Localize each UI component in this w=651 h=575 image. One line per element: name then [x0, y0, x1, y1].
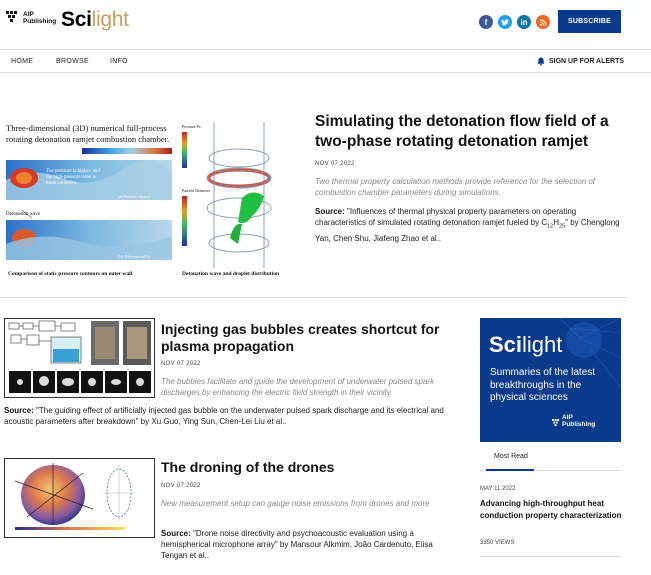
twitter-icon[interactable] [498, 15, 512, 29]
fig-label-polynomial: (b) Polynomial fit [118, 254, 151, 259]
article-source-drones: Source: "Drone noise directivity and psy… [161, 528, 461, 561]
article-image-drones[interactable] [4, 458, 155, 538]
subscribe-button[interactable]: SUBSCRIBE [558, 10, 621, 33]
ad-title-light: light [522, 332, 563, 357]
sign-up-alerts-link[interactable]: SIGN UP FOR ALERTS [537, 57, 624, 66]
fig-caption-left: Comparison of static pressure contours o… [8, 271, 133, 277]
feature-source: Source: "Influences of thermal physical … [315, 206, 625, 244]
publisher-line2: Publishing [23, 18, 57, 25]
linkedin-icon[interactable]: in [517, 15, 531, 29]
most-read-divider [480, 556, 621, 557]
feature-image[interactable]: Three-dimensional (3D) numerical full-pr… [2, 118, 305, 280]
scilight-logo[interactable]: Scilight [61, 8, 129, 32]
active-tab-indicator [486, 469, 534, 471]
feature-title[interactable]: Simulating the detonation flow field of … [315, 112, 635, 152]
main-nav: HOME BROWSE INFO SIGN UP FOR ALERTS [0, 49, 651, 73]
ad-logo-line1: AIP [562, 414, 573, 421]
aip-logo-icon [6, 11, 17, 22]
article-title-drones[interactable]: The droning of the drones [161, 459, 461, 476]
article-date-bubbles: NOV 07 2022 [161, 361, 201, 367]
facebook-icon[interactable]: f [479, 15, 493, 29]
section-divider [0, 297, 628, 298]
tab-most-read[interactable]: Most Read [494, 453, 528, 460]
sidebar-tabs: Most Read [480, 447, 621, 471]
source-label: Source: [4, 406, 34, 415]
article-image-bubbles[interactable] [4, 318, 155, 398]
source-text: "The guiding effect of artificially inje… [4, 406, 444, 426]
fig-legend-pressure: Pressure Pa [182, 124, 201, 129]
article-date-drones: NOV 07 2022 [161, 483, 201, 489]
aip-publishing-logo[interactable]: AIP Publishing [6, 11, 56, 25]
most-read-title[interactable]: Advancing high-throughput heat conductio… [480, 498, 625, 521]
ad-title-sci: Sci [489, 332, 523, 357]
source-text: "Influences of thermal physical property… [315, 207, 577, 227]
scilight-ad-banner[interactable]: Scilight Summaries of the latest breakth… [480, 318, 621, 442]
fig-title-1: Three-dimensional (3D) numerical full-pr… [6, 123, 167, 133]
article-summary-bubbles: The bubbles facilitate and guide the dev… [161, 377, 435, 397]
fig-note-3: more extensive. [46, 181, 78, 186]
fig-label-wave: Detonation wave [6, 212, 41, 217]
source-label: Source: [161, 529, 191, 538]
logo-sci: Sci [61, 8, 92, 31]
nav-item-home[interactable]: HOME [11, 58, 33, 65]
feature-summary: Two thermal property calculation methods… [315, 177, 595, 197]
aip-logo-text: AIP Publishing [23, 11, 56, 25]
alerts-label: SIGN UP FOR ALERTS [549, 58, 625, 65]
bell-icon [537, 57, 545, 66]
rss-icon[interactable] [536, 15, 550, 29]
source-text: "Drone noise directivity and psychoacous… [161, 529, 433, 560]
logo-light: light [91, 8, 129, 31]
most-read-views: 3350 VIEWS [480, 540, 515, 546]
ad-aip-logo: AIP Publishing [562, 414, 595, 428]
publisher-line1: AIP [23, 11, 34, 18]
most-read-date: MAY 11 2022 [480, 486, 516, 492]
fig-label-theory: (a) Kinetic theory [118, 194, 151, 199]
feature-date: NOV 07 2022 [315, 161, 355, 167]
ad-title: Scilight [489, 332, 562, 358]
article-summary-drones: New measurement setup can gauge noise em… [161, 499, 430, 508]
fig-note-1: The pressure is higher, and [46, 169, 100, 174]
source-label: Source: [315, 207, 345, 216]
nav-item-browse[interactable]: BROWSE [56, 58, 89, 65]
fig-note-2: the high-pressure zone is [46, 175, 96, 180]
fig-legend-particle: Particle Diameter [182, 188, 211, 193]
nav-item-info[interactable]: INFO [110, 58, 128, 65]
ad-logo-line2: Publishing [562, 421, 596, 428]
ad-text: Summaries of the latest breakthroughs in… [490, 367, 596, 403]
social-links: f in [479, 15, 550, 29]
article-title-bubbles[interactable]: Injecting gas bubbles creates shortcut f… [161, 321, 461, 355]
fig-title-2: rotating detonation ramjet combustion ch… [6, 134, 169, 144]
site-header: AIP Publishing Scilight f in SUBSCRIBE [0, 0, 651, 48]
ad-aip-icon [552, 415, 561, 433]
article-source-bubbles: Source: "The guiding effect of artificia… [4, 405, 464, 427]
fig-caption-right: Detonation wave and droplet distribution [182, 271, 279, 277]
